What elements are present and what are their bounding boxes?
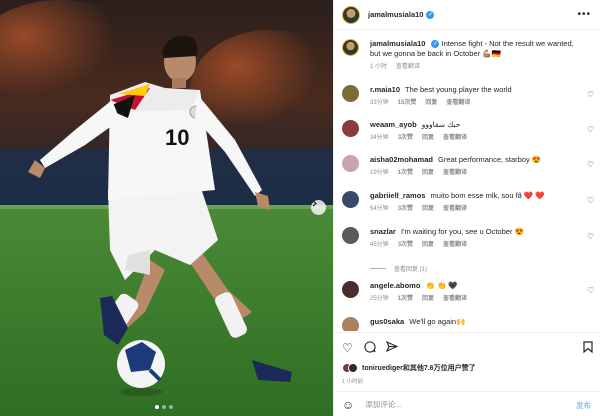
bookmark-icon[interactable] bbox=[583, 341, 593, 356]
liker-avatar bbox=[348, 363, 358, 373]
comment-likes[interactable]: 3次赞 bbox=[398, 240, 413, 250]
comment-text: حبك سقاووو bbox=[421, 120, 461, 129]
reply-button[interactable]: 回复 bbox=[422, 294, 434, 304]
heart-icon[interactable]: ♡ bbox=[587, 196, 594, 205]
caption: jamalmusiala10 ✓ Intense fight - Not the … bbox=[342, 39, 594, 72]
carousel-dot bbox=[169, 405, 173, 409]
comment-username[interactable]: r.maia10 bbox=[370, 85, 400, 94]
comment-item: r.maia10 The best young player the world… bbox=[342, 85, 594, 108]
comment-time: 54分钟 bbox=[370, 206, 389, 212]
comment-avatar[interactable] bbox=[342, 227, 359, 244]
caption-username[interactable]: jamalmusiala10 bbox=[370, 39, 425, 48]
post-actions: ♡ toniruediger和其他7.6万位用户赞了 1 小时前 ☺ 添加评论.… bbox=[334, 332, 600, 416]
comment-username[interactable]: weaam_ayob bbox=[370, 120, 417, 129]
comment-likes[interactable]: 1次赞 bbox=[398, 294, 413, 304]
post-comment-button[interactable]: 发布 bbox=[576, 400, 591, 411]
liker-username[interactable]: toniruediger bbox=[362, 365, 403, 372]
reply-button[interactable]: 回复 bbox=[425, 98, 437, 108]
caption-translate-link[interactable]: 查看翻译 bbox=[396, 62, 420, 72]
svg-text:10: 10 bbox=[165, 125, 189, 150]
comment-text: muito bom esse mlk, sou fã ❤️ ❤️ bbox=[430, 191, 545, 200]
comment-avatar[interactable] bbox=[342, 281, 359, 298]
next-photo-button[interactable] bbox=[311, 200, 326, 215]
comment-text: Great performance, starboy 😍 bbox=[438, 155, 542, 164]
comment-input[interactable]: 添加评论... bbox=[365, 399, 401, 410]
add-comment-bar: ☺ 添加评论... 发布 bbox=[334, 391, 600, 416]
comment-time: 25分钟 bbox=[370, 296, 389, 302]
comments-list[interactable]: jamalmusiala10 ✓ Intense fight - Not the … bbox=[334, 31, 600, 331]
comment-username[interactable]: gabriiell_ramos bbox=[370, 191, 425, 200]
post-header: jamalmusiala10 ✓ ••• bbox=[334, 0, 600, 30]
post-modal: 10 jamalmusiala10 ✓ ••• jamalmusiala10 ✓… bbox=[0, 0, 600, 416]
comment-item: angele.abomo 👏 👏 🖤 25分钟 1次赞 回复 查看翻译 ♡ bbox=[342, 281, 594, 304]
verified-badge-icon: ✓ bbox=[426, 10, 435, 19]
comment-username[interactable]: angele.abomo bbox=[370, 281, 420, 290]
view-replies-label: 查看回复 (1) bbox=[394, 267, 428, 273]
comment-text: We'll go again🙌 bbox=[409, 317, 466, 326]
caption-time: 1 小时 bbox=[370, 64, 388, 70]
author-username[interactable]: jamalmusiala10 bbox=[368, 10, 423, 19]
comment-username[interactable]: aisha02mohamad bbox=[370, 155, 433, 164]
translate-link[interactable]: 查看翻译 bbox=[443, 240, 467, 250]
comment-avatar[interactable] bbox=[342, 317, 359, 331]
author-avatar[interactable] bbox=[342, 5, 360, 24]
comment-text: 👏 👏 🖤 bbox=[425, 281, 458, 290]
comment-item: gus0saka We'll go again🙌 bbox=[342, 317, 594, 331]
comment-username[interactable]: gus0saka bbox=[370, 317, 404, 326]
share-icon[interactable] bbox=[385, 340, 399, 356]
verified-badge-icon: ✓ bbox=[431, 40, 440, 49]
translate-link[interactable]: 查看翻译 bbox=[443, 294, 467, 304]
comment-avatar[interactable] bbox=[342, 85, 359, 102]
post-photo[interactable]: 10 bbox=[0, 0, 333, 416]
replies-divider bbox=[370, 268, 386, 269]
comment-avatar[interactable] bbox=[342, 120, 359, 137]
carousel-dot bbox=[162, 405, 166, 409]
translate-link[interactable]: 查看翻译 bbox=[446, 98, 470, 108]
comment-likes[interactable]: 3次赞 bbox=[398, 204, 413, 214]
heart-icon[interactable]: ♡ bbox=[587, 232, 594, 241]
comment-text: I'm waiting for you, see u October 😍 bbox=[400, 227, 524, 236]
likes-count-text[interactable]: 和其他7.6万位用户赞了 bbox=[403, 365, 476, 372]
heart-icon[interactable]: ♡ bbox=[587, 90, 594, 99]
heart-icon[interactable]: ♡ bbox=[342, 341, 353, 355]
comment-icon[interactable] bbox=[364, 341, 376, 356]
translate-link[interactable]: 查看翻译 bbox=[443, 168, 467, 178]
heart-icon[interactable]: ♡ bbox=[587, 160, 594, 169]
carousel-dots bbox=[155, 405, 173, 409]
reply-button[interactable]: 回复 bbox=[422, 204, 434, 214]
view-replies-button[interactable]: 查看回复 (1) bbox=[370, 264, 427, 273]
comment-time: 34分钟 bbox=[370, 135, 389, 141]
comment-time: 45分钟 bbox=[370, 242, 389, 248]
comment-item: gabriiell_ramos muito bom esse mlk, sou … bbox=[342, 191, 594, 214]
comment-item: aisha02mohamad Great performance, starbo… bbox=[342, 155, 594, 178]
comment-likes[interactable]: 1次赞 bbox=[398, 168, 413, 178]
comment-likes[interactable]: 3次赞 bbox=[398, 133, 413, 143]
reply-button[interactable]: 回复 bbox=[422, 133, 434, 143]
emoji-icon[interactable]: ☺ bbox=[342, 398, 354, 412]
heart-icon[interactable]: ♡ bbox=[587, 125, 594, 134]
comment-avatar[interactable] bbox=[342, 191, 359, 208]
reply-button[interactable]: 回复 bbox=[422, 240, 434, 250]
comment-time: 33分钟 bbox=[370, 100, 389, 106]
comment-time: 19分钟 bbox=[370, 170, 389, 176]
chevron-right-icon bbox=[312, 200, 317, 207]
comment-avatar[interactable] bbox=[342, 155, 359, 172]
heart-icon[interactable]: ♡ bbox=[587, 286, 594, 295]
post-side-panel: jamalmusiala10 ✓ ••• jamalmusiala10 ✓ Int… bbox=[333, 0, 600, 416]
post-time: 1 小时前 bbox=[342, 379, 364, 385]
comment-text: The best young player the world bbox=[404, 85, 512, 94]
likes-summary[interactable]: toniruediger和其他7.6万位用户赞了 bbox=[342, 363, 476, 373]
comment-likes[interactable]: 15次赞 bbox=[398, 98, 417, 108]
more-horizontal-icon[interactable]: ••• bbox=[577, 9, 591, 20]
player-photo-illustration: 10 bbox=[0, 0, 333, 416]
comment-item: weaam_ayob حبك سقاووو 34分钟 3次赞 回复 查看翻译 ♡ bbox=[342, 120, 594, 143]
comment-item: snazlar I'm waiting for you, see u Octob… bbox=[342, 227, 594, 250]
translate-link[interactable]: 查看翻译 bbox=[443, 133, 467, 143]
translate-link[interactable]: 查看翻译 bbox=[443, 204, 467, 214]
comment-username[interactable]: snazlar bbox=[370, 227, 396, 236]
carousel-dot-active bbox=[155, 405, 159, 409]
reply-button[interactable]: 回复 bbox=[422, 168, 434, 178]
caption-avatar[interactable] bbox=[342, 39, 359, 56]
